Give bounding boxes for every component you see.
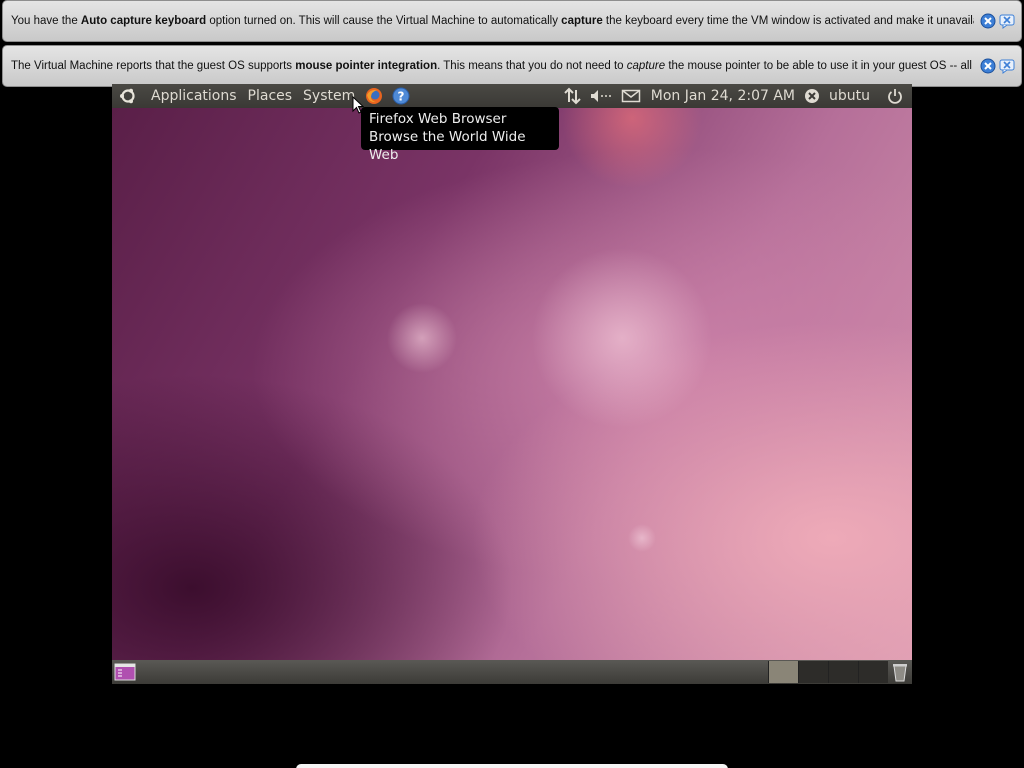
ubuntu-logo-icon[interactable] — [119, 87, 137, 105]
workspace-4[interactable] — [858, 661, 888, 683]
notice-text: You have the Auto capture keyboard optio… — [11, 15, 974, 27]
notice-text-bold: mouse pointer integration — [295, 60, 438, 72]
svg-text:?: ? — [398, 90, 405, 104]
notice-text-part: option turned on. This will cause the Vi… — [206, 15, 562, 27]
notice-text-part: the mouse pointer to be able to use it i… — [668, 60, 974, 72]
bottom-panel — [112, 660, 912, 684]
mail-icon[interactable] — [621, 87, 641, 105]
workspace-3[interactable] — [828, 661, 858, 683]
guest-screen[interactable]: Applications Places System ? Mon Jan 24,… — [112, 84, 912, 684]
mouse-cursor-icon — [352, 96, 364, 114]
mouse-integration-notice: The Virtual Machine reports that the gue… — [2, 45, 1022, 87]
volume-icon[interactable] — [589, 87, 613, 105]
tooltip-title: Firefox Web Browser — [369, 111, 507, 127]
top-panel: Applications Places System ? Mon Jan 24,… — [112, 84, 912, 108]
dont-show-again-icon[interactable] — [999, 13, 1015, 29]
dont-show-again-icon[interactable] — [999, 58, 1015, 74]
menu-applications[interactable]: Applications — [150, 88, 238, 104]
user-status-icon[interactable] — [803, 87, 821, 105]
auto-capture-keyboard-notice: You have the Auto capture keyboard optio… — [2, 0, 1022, 42]
bottom-status-bar — [296, 764, 728, 768]
close-notice-icon[interactable] — [980, 13, 996, 29]
close-notice-icon[interactable] — [980, 58, 996, 74]
desktop-wallpaper[interactable] — [112, 108, 912, 660]
firefox-tooltip: Firefox Web Browser Browse the World Wid… — [361, 107, 559, 163]
notice-text-part: The Virtual Machine reports that the gue… — [11, 60, 296, 72]
trash-icon[interactable] — [888, 662, 912, 682]
power-icon[interactable] — [886, 87, 904, 105]
notice-text-part: . This means that you do not need to — [437, 60, 627, 72]
notice-text-part: You have the — [11, 15, 81, 27]
notice-text-italic: capture — [626, 60, 666, 72]
notice-text: The Virtual Machine reports that the gue… — [11, 60, 974, 72]
firefox-icon[interactable] — [365, 87, 383, 105]
virtualbox-window: You have the Auto capture keyboard optio… — [0, 0, 1024, 768]
notice-text-bold: capture — [561, 15, 603, 27]
workspace-2[interactable] — [798, 661, 828, 683]
network-icon[interactable] — [563, 87, 581, 105]
help-icon[interactable]: ? — [392, 87, 410, 105]
menu-places[interactable]: Places — [247, 88, 294, 104]
tooltip-description: Browse the World Wide Web — [369, 129, 526, 163]
clock[interactable]: Mon Jan 24, 2:07 AM — [651, 88, 795, 104]
username[interactable]: ubutu — [829, 88, 870, 104]
workspace-1[interactable] — [768, 661, 798, 683]
show-desktop-icon[interactable] — [114, 662, 136, 682]
notice-text-bold: Auto capture keyboard — [80, 15, 207, 27]
notice-text-part: the keyboard every time the VM window is… — [602, 15, 974, 27]
menu-system[interactable]: System — [302, 88, 356, 104]
